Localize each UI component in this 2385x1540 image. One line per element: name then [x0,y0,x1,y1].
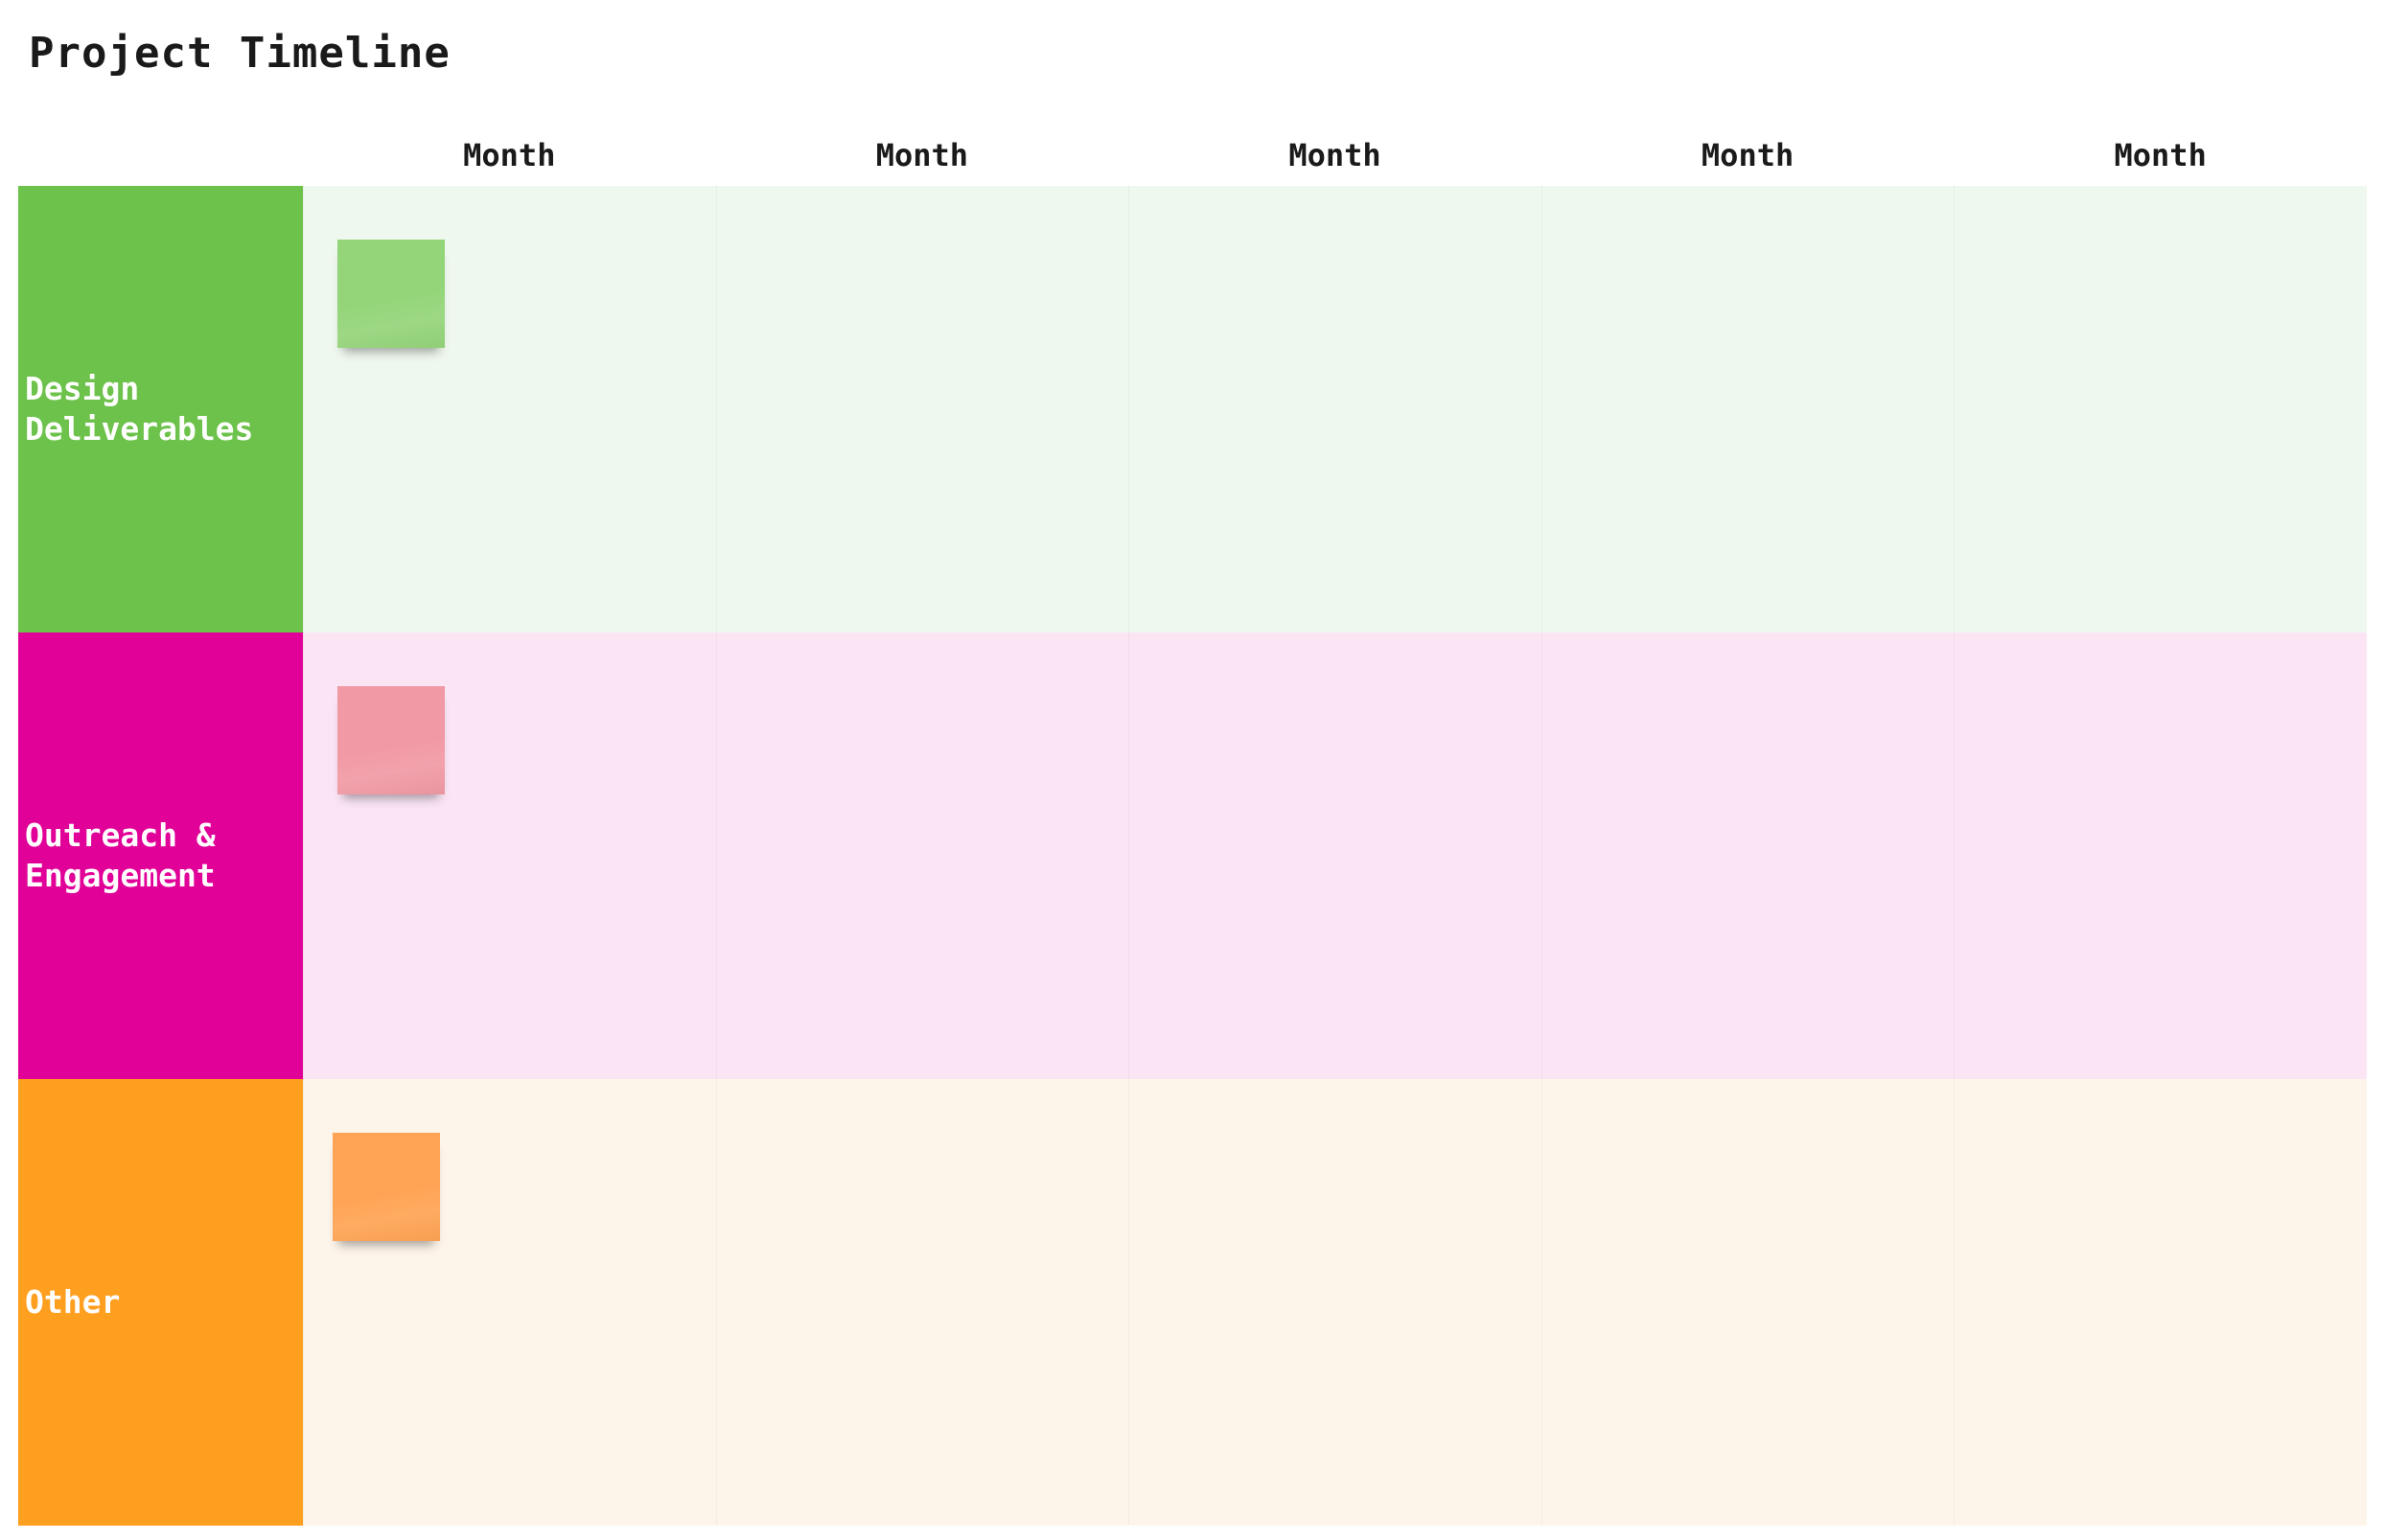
page-title: Project Timeline [29,29,451,78]
lane-cell[interactable] [715,632,1129,1079]
lane-outreach-engagement: Outreach & Engagement [18,632,2367,1079]
lane-cell[interactable] [303,632,716,1079]
month-header-3: Month [1288,137,1381,173]
lane-label-design-deliverables[interactable]: Design Deliverables [18,186,303,632]
lane-cell[interactable] [1128,186,1541,632]
lane-label-outreach-engagement[interactable]: Outreach & Engagement [18,632,303,1079]
lane-cell[interactable] [1128,632,1541,1079]
lane-label-text: Outreach & Engagement [25,816,216,894]
lane-cell[interactable] [1540,186,1955,632]
lane-cell[interactable] [1954,1079,2367,1526]
sticky-note-design[interactable] [337,240,445,348]
lane-cell[interactable] [715,1079,1129,1526]
lane-label-other[interactable]: Other [18,1079,303,1526]
lane-label-text: Design Deliverables [25,370,254,448]
lane-cell[interactable] [1540,632,1955,1079]
month-header-2: Month [875,137,969,173]
lane-cell[interactable] [303,186,716,632]
lane-other: Other [18,1079,2367,1526]
sticky-note-outreach[interactable] [337,686,445,794]
timeline-board: Month Month Month Month Month Design Del… [18,125,2367,1526]
month-header-1: Month [463,137,556,173]
lane-cell[interactable] [1128,1079,1541,1526]
sticky-note-other[interactable] [333,1133,440,1241]
month-header-5: Month [2114,137,2207,173]
month-header-row: Month Month Month Month Month [18,125,2367,186]
lane-cell[interactable] [1954,632,2367,1079]
lane-cell[interactable] [1540,1079,1955,1526]
lane-label-text: Other [25,1283,121,1321]
header-spacer [18,125,303,186]
lane-design-deliverables: Design Deliverables [18,186,2367,632]
month-header-4: Month [1701,137,1795,173]
lane-cell[interactable] [1954,186,2367,632]
lane-cell[interactable] [303,1079,716,1526]
lane-cell[interactable] [715,186,1129,632]
